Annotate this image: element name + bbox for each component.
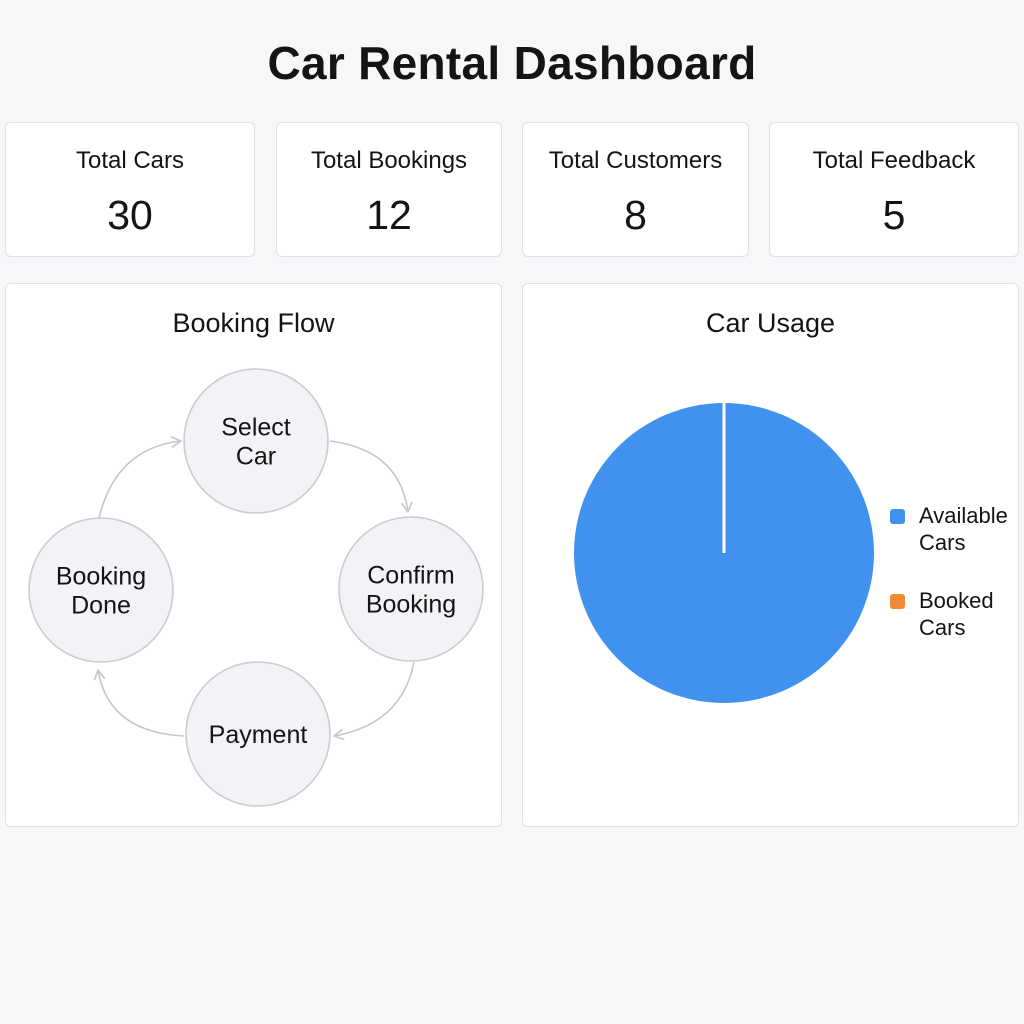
- flow-arrow-payment-to-done: [93, 669, 185, 737]
- flow-node-confirm-booking: ConfirmBooking: [338, 516, 484, 662]
- booking-flow-diagram: SelectCarConfirmBookingPaymentBookingDon…: [28, 368, 484, 807]
- flow-arrow-confirm-to-payment: [333, 661, 415, 741]
- flow-node-payment: Payment: [185, 661, 331, 807]
- legend-label: Available: [919, 503, 1008, 528]
- stat-value: 30: [107, 192, 153, 238]
- flow-arrow-done-to-select: [98, 436, 182, 519]
- page-title: Car Rental Dashboard: [267, 37, 757, 89]
- legend-item-available-cars: Available Cars: [889, 502, 1019, 556]
- flow-node-label: Done: [71, 592, 131, 620]
- stat-value: 5: [882, 192, 906, 238]
- flow-arrow-select-to-confirm: [329, 440, 413, 513]
- flow-node-booking-done: BookingDone: [28, 517, 174, 663]
- flow-node-label: Select: [221, 414, 291, 442]
- car-usage-panel: Car Usage Available Cars Booked Cars: [522, 283, 1019, 827]
- stat-label: Total Cars: [75, 147, 185, 174]
- legend-label: Cars: [919, 530, 966, 555]
- legend-swatch: [890, 509, 905, 524]
- legend-label: Booked: [919, 588, 994, 613]
- flow-node-label: Booking: [366, 591, 456, 619]
- stat-card-total-cars: Total Cars 30: [5, 122, 255, 257]
- stat-value: 12: [366, 192, 412, 238]
- flow-node-label: Booking: [56, 563, 146, 591]
- flow-node-label: Payment: [209, 721, 308, 749]
- chart-legend: Available Cars Booked Cars: [889, 502, 1019, 672]
- stat-card-total-customers: Total Customers 8: [522, 122, 749, 257]
- car-usage-pie-chart: [574, 403, 874, 703]
- legend-swatch: [890, 594, 905, 609]
- stat-value: 8: [624, 192, 647, 238]
- legend-item-booked-cars: Booked Cars: [889, 587, 1019, 641]
- stat-label: Total Feedback: [812, 147, 976, 174]
- flow-node-select-car: SelectCar: [183, 368, 329, 514]
- flow-node-label: Confirm: [367, 562, 455, 590]
- stat-label: Total Customers: [548, 147, 723, 174]
- flow-node-label: Car: [236, 443, 276, 471]
- stat-label: Total Bookings: [310, 147, 468, 174]
- stat-card-total-bookings: Total Bookings 12: [276, 122, 502, 257]
- booking-flow-panel: Booking Flow Select Car Confirm Booking Paym…: [5, 283, 502, 827]
- stat-card-total-feedback: Total Feedback 5: [769, 122, 1019, 257]
- legend-label: Cars: [919, 615, 966, 640]
